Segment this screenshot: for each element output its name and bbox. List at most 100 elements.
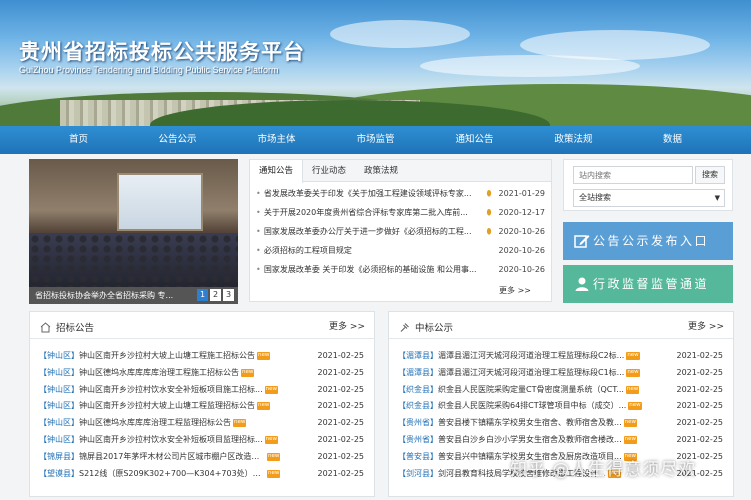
notice-item[interactable]: • 省发展改革委关于印发《关于加强工程建设领域评标专家... ⬮ 2021-01-29 (256, 184, 545, 203)
list-item-title[interactable]: 钟山区南开乡沙拉村饮水安全补短板项目监理招标... (79, 432, 263, 449)
list-item[interactable]: 【贵州省】 普安县楼下镇糯东学校男女生宿舍、教师宿舍及教... new 2021-02… (398, 415, 723, 432)
list-item-region[interactable]: 【钟山区】 (39, 382, 79, 399)
list-item-title[interactable]: 钟山区南开乡沙拉村大坡上山塘工程施工招标公告 (79, 348, 255, 365)
list-item[interactable]: 【湄潭县】 湄潭县湄江河天城河段河道治理工程监理标段C1标... new 2021-0… (398, 365, 723, 382)
list-item-title[interactable]: 湄潭县湄江河天城河段河道治理工程监理标段C2标... (438, 348, 624, 365)
search-button[interactable]: 搜索 (695, 166, 725, 184)
notice-item-title[interactable]: 国家发展改革委 关于印发《必须招标的基础设施 和公用事... (264, 260, 482, 279)
bid-notice-more-link[interactable]: 更多 >> (329, 319, 365, 332)
list-item-region[interactable]: 【钟山区】 (39, 398, 79, 415)
new-badge-icon: new (625, 385, 640, 394)
new-badge-icon: new (626, 368, 640, 377)
list-item-date: 2021-02-25 (317, 468, 365, 478)
list-item-region[interactable]: 【望谟县】 (39, 466, 79, 483)
nav-market-entities[interactable]: 市场主体 (227, 126, 326, 154)
list-item-title[interactable]: 钟山区德坞水库库库治理工程监理招标公告 (79, 415, 231, 432)
search-input[interactable] (573, 166, 693, 184)
list-item-date: 2021-02-25 (317, 418, 365, 428)
slider-page-3[interactable]: 3 (223, 289, 234, 301)
notice-item[interactable]: • 国家发展改革委 关于印发《必须招标的基础设施 和公用事... 2020-10-2… (256, 260, 545, 279)
bid-notice-panel: 招标公告 更多 >> 【钟山区】 钟山区南开乡沙拉村大坡上山塘工程施工招标公告 ne… (29, 311, 375, 497)
list-item-region[interactable]: 【普安县】 (398, 449, 438, 466)
list-item[interactable]: 【锦屏县】 锦屏县2017年茅坪木材公司片区城市棚户区改造安... new 2021-… (39, 449, 364, 466)
list-item-title[interactable]: 锦屏县2017年茅坪木材公司片区城市棚户区改造安... (79, 449, 265, 466)
new-badge-icon: new (241, 368, 255, 377)
list-item[interactable]: 【钟山区】 钟山区德坞水库库库库治理工程施工招标公告 new 2021-02-25 (39, 365, 364, 382)
search-box: 搜索 全站搜索 ▼ (563, 159, 733, 211)
notice-publish-entry-label: 公告公示发布入口 (593, 234, 710, 248)
notice-item[interactable]: • 国家发展改革委办公厅关于进一步做好《必须招标的工程... ⬮ 2020-10-26 (256, 222, 545, 241)
notice-item[interactable]: • 必须招标的工程项目规定 2020-10-26 (256, 241, 545, 260)
tab-notices[interactable]: 通知公告 (249, 160, 304, 183)
new-badge-icon: new (623, 435, 638, 444)
list-item-region[interactable]: 【织金县】 (398, 398, 438, 415)
list-item-region[interactable]: 【织金县】 (398, 382, 438, 399)
notice-item-date: 2020-10-26 (498, 246, 546, 255)
news-slider[interactable]: 省招标投标协会举办全省招标采购 专... 1 2 3 (29, 159, 238, 304)
list-item-title[interactable]: 普安县白沙乡白沙小学男女生宿舍及教师宿舍楼改... (438, 432, 622, 449)
notice-item[interactable]: • 关于开展2020年度贵州省综合评标专家库第二批入库前... ⬮ 2020-12-1… (256, 203, 545, 222)
tab-industry-news[interactable]: 行业动态 (303, 160, 355, 181)
nav-policies[interactable]: 政策法规 (524, 126, 623, 154)
list-item-title[interactable]: 钟山区南开乡沙拉村大坡上山塘工程监理招标公告 (79, 398, 255, 415)
list-item[interactable]: 【湄潭县】 湄潭县湄江河天城河段河道治理工程监理标段C2标... new 2021-0… (398, 348, 723, 365)
list-item[interactable]: 【钟山区】 钟山区南开乡沙拉村大坡上山塘工程施工招标公告 new 2021-02-25 (39, 348, 364, 365)
list-item-region[interactable]: 【湄潭县】 (398, 365, 438, 382)
list-item-date: 2021-02-25 (676, 351, 724, 360)
conference-photo[interactable] (29, 159, 238, 287)
list-item-region[interactable]: 【钟山区】 (39, 365, 79, 382)
bid-notice-header: 招标公告 更多 >> (30, 312, 374, 339)
list-item[interactable]: 【织金县】 织金县人民医院采购定量CT骨密度测量系统（QCT... new 2021-… (398, 382, 723, 399)
list-item-region[interactable]: 【锦屏县】 (39, 449, 79, 466)
notice-item-title[interactable]: 省发展改革委关于印发《关于加强工程建设领域评标专家... (264, 184, 482, 203)
tab-policies[interactable]: 政策法规 (355, 160, 407, 181)
notice-more-link[interactable]: 更多 >> (499, 285, 531, 296)
nav-home[interactable]: 首页 (29, 126, 128, 154)
list-item-title[interactable]: 普安县楼下镇糯东学校男女生宿舍、教师宿舍及教... (438, 415, 622, 432)
list-item[interactable]: 【织金县】 织金县人民医院采购64排CT球管项目中标（成交）... new 2021-… (398, 398, 723, 415)
list-item-title[interactable]: 织金县人民医院采购64排CT球管项目中标（成交）... (438, 398, 626, 415)
list-item-region[interactable]: 【贵州省】 (398, 415, 438, 432)
nav-notices[interactable]: 通知公告 (425, 126, 524, 154)
list-item[interactable]: 【钟山区】 钟山区南开乡沙拉村大坡上山塘工程监理招标公告 new 2021-02-25 (39, 398, 364, 415)
notice-publish-entry-button[interactable]: 公告公示发布入口 (563, 222, 733, 260)
search-scope-select[interactable]: 全站搜索 ▼ (573, 189, 725, 207)
nav-announcements[interactable]: 公告公示 (128, 126, 227, 154)
slider-page-1[interactable]: 1 (197, 289, 208, 301)
notice-item-date: 2020-10-26 (498, 227, 546, 236)
list-item-region[interactable]: 【钟山区】 (39, 432, 79, 449)
list-item[interactable]: 【望谟县】 S212线（原S209K302+700—K304+703处）灾毁...… (39, 466, 364, 483)
new-badge-icon: new (626, 352, 640, 360)
slider-page-2[interactable]: 2 (210, 289, 221, 301)
supervision-entry-button[interactable]: 行政监督监管通道 (563, 265, 733, 303)
slider-caption[interactable]: 省招标投标协会举办全省招标采购 专... 1 2 3 (29, 287, 238, 304)
notice-panel: 通知公告 行业动态 政策法规 • 省发展改革委关于印发《关于加强工程建设领域评标专… (249, 159, 552, 302)
list-item-region[interactable]: 【湄潭县】 (398, 348, 438, 365)
list-item[interactable]: 【钟山区】 钟山区南开乡沙拉村饮水安全补短板项目监理招标... new 2021-02… (39, 432, 364, 449)
list-item[interactable]: 【钟山区】 钟山区德坞水库库库治理工程监理招标公告 new 2021-02-25 (39, 415, 364, 432)
list-item-title[interactable]: 织金县人民医院采购定量CT骨密度测量系统（QCT... (438, 382, 624, 399)
user-icon (575, 277, 589, 291)
list-item[interactable]: 【贵州省】 普安县白沙乡白沙小学男女生宿舍及教师宿舍楼改... new 2021-02… (398, 432, 723, 449)
list-item-title[interactable]: S212线（原S209K302+700—K304+703处）灾毁... (79, 466, 265, 483)
list-item[interactable]: 【钟山区】 钟山区南开乡沙拉村饮水安全补短板项目施工招标... new 2021-02… (39, 382, 364, 399)
list-item-region[interactable]: 【贵州省】 (398, 432, 438, 449)
nav-market-supervision[interactable]: 市场监管 (326, 126, 425, 154)
site-title: 贵州省招标投标公共服务平台 (19, 39, 305, 64)
list-item-title[interactable]: 钟山区德坞水库库库库治理工程施工招标公告 (79, 365, 239, 382)
notice-item-title[interactable]: 关于开展2020年度贵州省综合评标专家库第二批入库前... (264, 203, 482, 222)
list-item-region[interactable]: 【钟山区】 (39, 348, 79, 365)
notice-item-title[interactable]: 必须招标的工程项目规定 (264, 241, 482, 260)
list-item-title[interactable]: 钟山区南开乡沙拉村饮水安全补短板项目施工招标... (79, 382, 263, 399)
list-item-region[interactable]: 【剑河县】 (398, 466, 438, 483)
nav-data[interactable]: 数据 (623, 126, 722, 154)
list-item-region[interactable]: 【钟山区】 (39, 415, 79, 432)
list-item-date: 2021-02-25 (676, 384, 724, 394)
bullet-icon: • (256, 227, 261, 236)
pin-icon: ⬮ (486, 189, 492, 198)
list-item-title[interactable]: 湄潭县湄江河天城河段河道治理工程监理标段C1标... (438, 365, 624, 382)
bid-result-title: 中标公示 (399, 320, 453, 334)
notice-item-title[interactable]: 国家发展改革委办公厅关于进一步做好《必须招标的工程... (264, 222, 482, 241)
bid-result-more-link[interactable]: 更多 >> (688, 319, 724, 332)
